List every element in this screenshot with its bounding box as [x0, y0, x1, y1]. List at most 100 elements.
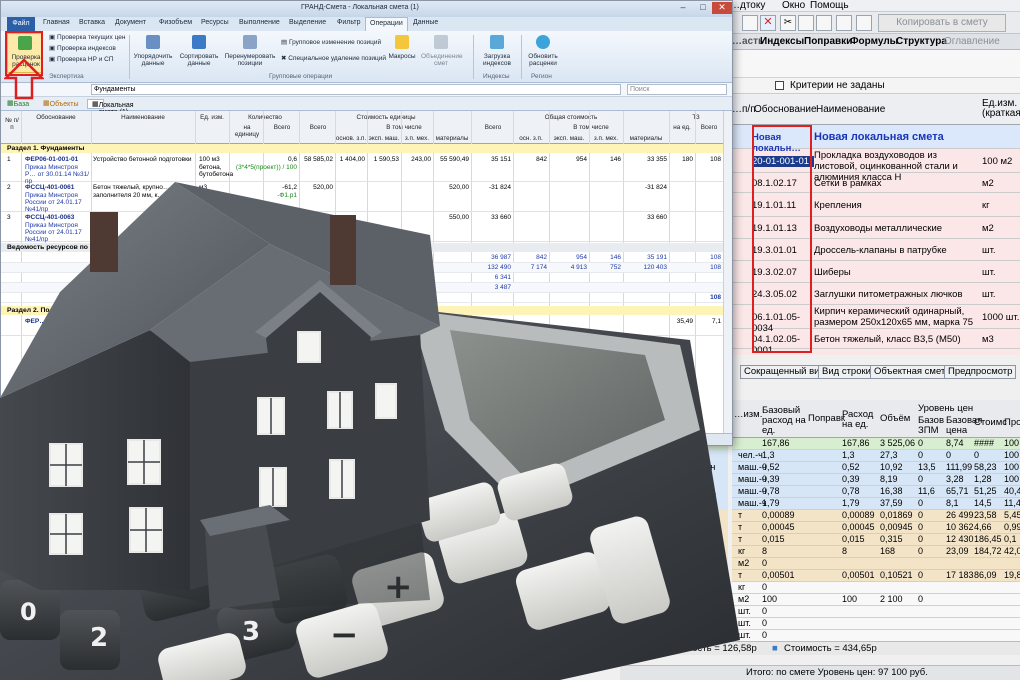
tab-execution[interactable]: Выполнение	[239, 19, 280, 26]
bg-menu-item[interactable]: Окно	[782, 0, 805, 11]
tab-operations[interactable]: Операции	[365, 17, 408, 31]
section-2[interactable]: Раздел 2. По…	[1, 306, 723, 315]
cut-icon[interactable]: ✂	[780, 15, 796, 31]
tab-local-estimate[interactable]: ▦ Локальная смета (1)	[87, 99, 134, 116]
messages-count[interactable]: Сообщений: 0	[635, 434, 678, 445]
tab-volume[interactable]: Физобъем	[159, 19, 192, 26]
resource-cell-price: 12 430	[946, 534, 974, 544]
resource-row[interactable]: кг 8 8 168 0 23,09 184,72 42,0	[732, 546, 1020, 558]
tab-object-estimate[interactable]: Объектная смета	[870, 365, 955, 379]
summary-row[interactable]: 36 987 842 954 146 35 191 108	[1, 253, 723, 263]
bg-grid-row[interactable]: 24.3.05.02 Заглушки питометражных лючков ш…	[730, 283, 1020, 305]
search-input[interactable]: Поиск	[627, 84, 727, 95]
tab-preview[interactable]: Предпросмотр	[944, 365, 1017, 379]
bg-tab-indexes[interactable]: Индексы	[760, 36, 804, 47]
formula-input[interactable]: Фундаменты	[91, 84, 621, 95]
paste-icon[interactable]	[798, 15, 814, 31]
tab-document[interactable]: Документ	[115, 19, 146, 26]
section-foundations[interactable]: Раздел 1. Фундаменты	[1, 144, 723, 153]
tab-data[interactable]: Данные	[413, 19, 438, 26]
order-data-button[interactable]: Упорядочить данные	[133, 33, 173, 73]
tab-resources[interactable]: Ресурсы	[201, 19, 229, 26]
bg-grid-row[interactable]: 19.1.01.13 Воздуховоды металлические м2	[730, 217, 1020, 239]
update-rates-button[interactable]: Обновить расценки	[523, 33, 563, 73]
resource-row[interactable]: т 0,015 0,015 0,315 0 12 430 186,45 0,1	[732, 534, 1020, 546]
tab-file[interactable]: Файл	[7, 17, 35, 31]
bg-tab-structure[interactable]: Структура	[896, 36, 947, 47]
resource-row[interactable]: м2 0	[732, 558, 1020, 570]
special-delete-button[interactable]: ✖ Специальное удаление позиций	[281, 55, 386, 63]
renumber-button[interactable]: Перенумеровать позиции	[223, 33, 277, 73]
summary-row[interactable]: 3 487	[1, 283, 723, 293]
tab-insert[interactable]: Вставка	[79, 19, 105, 26]
vertical-scrollbar[interactable]	[723, 111, 732, 433]
bg-grid-row[interactable]: 04.1.02.05-0001 Бетон тяжелый, класс В3,5…	[730, 329, 1020, 356]
summary-row[interactable]: 6 341	[1, 273, 723, 283]
image-icon[interactable]	[856, 15, 872, 31]
bg-grid-row[interactable]: 20-01-001-01 Прокладка воздуховодов из ли…	[730, 149, 1020, 183]
sort-data-button[interactable]: Сортировать данные	[177, 33, 221, 73]
resource-row[interactable]: шт. 0	[732, 618, 1020, 630]
section-resources[interactable]: Ведомость ресурсов по раз…	[1, 243, 723, 252]
tab-short-view[interactable]: Сокращенный вид	[740, 365, 830, 379]
resource-row[interactable]: т 0,00045 0,00045 0,00945 0 10 362 4,66 0,99	[732, 522, 1020, 534]
summary-row[interactable]: 132 490 7 174 4 913 752 120 403 108	[1, 263, 723, 273]
bg-tab-formulas[interactable]: Формулы	[850, 36, 898, 47]
estimate-row[interactable]: 3 ФССЦ-401-0063 Приказ Минстроя России от …	[1, 212, 723, 243]
resource-cell-rate: 100	[842, 594, 858, 604]
grid-icon[interactable]	[816, 15, 832, 31]
merge-estimates-button[interactable]: Объединение смет	[421, 33, 463, 73]
filter-icon[interactable]	[775, 81, 784, 90]
estimate-row[interactable]: 1 ФЕР06-01-001-01 Приказ Минстроя Р… от 30…	[1, 154, 723, 185]
maximize-icon[interactable]: □	[693, 2, 713, 14]
resource-row[interactable]: маш.-ч0,780,7816,3811,665,7151,2540,49	[732, 486, 1020, 498]
bg-grid-row[interactable]: 06.1.01.05-0034 Кирпич керамический одина…	[730, 305, 1020, 334]
toolbar-icon[interactable]	[742, 15, 758, 31]
col-tc-mach: эксп. маш.	[553, 135, 585, 142]
close-icon[interactable]: ✕	[712, 2, 732, 14]
tab-home[interactable]: Главная	[43, 19, 70, 26]
resource-row[interactable]: т 0,00501 0,00501 0,10521 0 17 18386,09 19,81	[732, 570, 1020, 582]
bg-grid-row[interactable]: 08.1.02.17 Сетки в рамках м2	[730, 173, 1020, 193]
row-checkbox[interactable]	[560, 570, 567, 577]
bg-menu-item[interactable]: Помощь	[810, 0, 849, 11]
group-change-button[interactable]: ▤ Групповое изменение позиций	[281, 39, 381, 47]
resource-row[interactable]: маш.-ч 0,52 0,52 10,92 13,5 111,99 58,23 100	[732, 462, 1020, 474]
tab-objects[interactable]: ▦ Объекты	[43, 99, 79, 108]
resource-row[interactable]: маш.-ч 0,39 0,39 8,19 0 3,28 1,28 100	[732, 474, 1020, 486]
minimize-icon[interactable]: –	[673, 2, 693, 14]
resource-row[interactable]: м2 100 100 2 100 0	[732, 594, 1020, 606]
tab-base[interactable]: ▦ База	[7, 99, 29, 108]
estimate-row[interactable]: ФЕР… 35,49 7,1	[1, 316, 723, 336]
resource-row[interactable]: шт. 0	[732, 606, 1020, 618]
check-prices-button[interactable]: ▣ Проверка текущих цен	[49, 34, 125, 42]
bg-grid-row[interactable]: Новая локальн… Новая локальная смета	[730, 125, 1020, 154]
tab-row-view[interactable]: Вид строки	[818, 365, 875, 379]
check-indexes-button[interactable]: ▣ Проверка индексов	[49, 45, 116, 53]
bg-cell-code: 04.1.02.05-0001	[752, 333, 801, 356]
tab-selection[interactable]: Выделение	[289, 19, 326, 26]
resource-cell-zpm: 0	[918, 498, 924, 508]
estimate-row[interactable]: 2 ФССЦ-401-0061 Приказ Минстроя России от …	[1, 182, 723, 213]
macros-button[interactable]: Макросы	[385, 33, 419, 73]
calc-key	[0, 580, 60, 640]
bg-tab-corrections[interactable]: Поправки	[804, 36, 852, 47]
bg-grid-row[interactable]: 19.3.02.07 Шиберы шт.	[730, 261, 1020, 283]
bg-grid-row[interactable]: 19.3.01.01 Дроссель-клапаны в патрубке шт.	[730, 239, 1020, 261]
load-indexes-button[interactable]: Загрузка индексов	[477, 33, 517, 73]
col-tc-incl: В том числе	[573, 124, 609, 131]
resource-row[interactable]: 167,86 167,86 3 525,06 0 8,74 #### 100	[732, 438, 1020, 450]
summary-row[interactable]: 108	[1, 293, 723, 303]
check-nr-sp-button[interactable]: ▣ Проверка НР и СП	[49, 56, 114, 64]
list-icon[interactable]	[836, 15, 852, 31]
resource-row[interactable]: кг 0	[732, 582, 1020, 594]
resource-row[interactable]: чел.-ч 1,3 1,3 27,3 0 0 0 100	[732, 450, 1020, 462]
bg-menu-item[interactable]: …дтоку	[730, 0, 765, 11]
bg-grid-row[interactable]: 19.1.01.11 Крепления кг	[730, 193, 1020, 217]
bg-tab-contents[interactable]: Оглавление	[944, 36, 1000, 47]
resource-row[interactable]: т 0,00089 0,00089 0,01869 0 26 499 23,58 5,45	[732, 510, 1020, 522]
tab-filter[interactable]: Фильтр	[337, 19, 361, 26]
copy-to-estimate-button[interactable]: Копировать в смету	[878, 14, 1006, 32]
close-red-icon[interactable]: ✕	[760, 15, 776, 31]
resource-row[interactable]: маш.-ч1,791,7937,5908,114,511,46	[732, 498, 1020, 510]
